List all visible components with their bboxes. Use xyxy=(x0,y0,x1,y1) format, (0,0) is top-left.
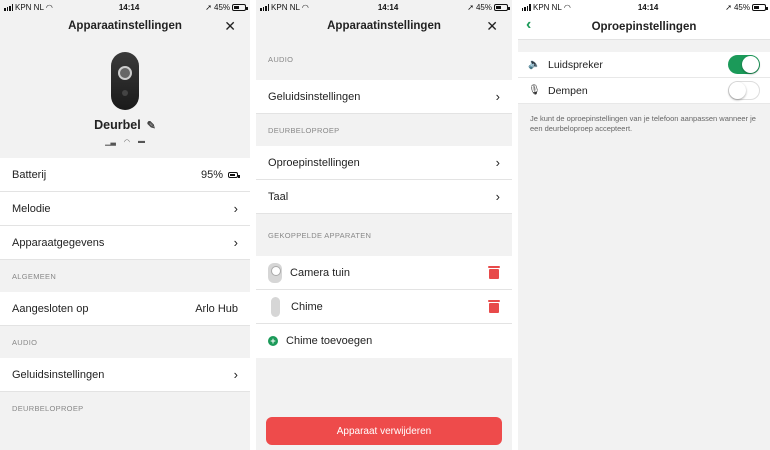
mic-muted-icon: 🎙 xyxy=(527,85,541,96)
page-title: Oproepinstellingen xyxy=(591,20,697,33)
linked-device-name: Camera tuin xyxy=(290,266,350,279)
device-name-text: Deurbel xyxy=(94,118,141,132)
section-audio: AUDIO xyxy=(12,337,38,347)
close-icon[interactable]: ✕ xyxy=(224,18,236,35)
battery-icon xyxy=(751,3,768,11)
battery-percent: 45% xyxy=(733,2,750,12)
linked-device-row[interactable]: Camera tuin xyxy=(256,256,512,290)
row-label: Oproepinstellingen xyxy=(268,156,360,169)
device-status-icons: ▁▃ ◠ ▬ xyxy=(105,138,145,146)
device-hero: Deurbel ✎ ▁▃ ◠ ▬ xyxy=(0,38,250,158)
section-linked: GEKOPPELDE APPARATEN xyxy=(268,230,372,240)
status-bar: KPN NL ◠ 14:14 ➚ 45% xyxy=(0,0,250,14)
section-call: DEURBELOPROEP xyxy=(12,403,84,413)
clock: 14:14 xyxy=(118,2,140,12)
row-label: Geluidsinstellingen xyxy=(268,90,361,103)
chime-icon xyxy=(271,296,281,317)
trash-icon[interactable] xyxy=(487,300,500,313)
signal-icon xyxy=(521,3,531,11)
speaker-row: 🔈 Luidspreker xyxy=(517,52,770,78)
call-settings-note: Je kunt de oproepinstellingen van je tel… xyxy=(529,114,756,134)
battery-icon xyxy=(232,3,249,11)
plus-circle-icon: + xyxy=(268,336,279,346)
wifi-icon: ◠ xyxy=(45,2,53,12)
wifi-icon: ◠ xyxy=(563,2,571,12)
carrier: KPN NL xyxy=(271,2,300,12)
row-label: Taal xyxy=(268,190,289,203)
section-call: DEURBELOPROEP xyxy=(268,125,340,135)
call-settings-row[interactable]: Oproepinstellingen › xyxy=(256,146,512,180)
chevron-right-icon: › xyxy=(495,155,500,170)
battery-icon xyxy=(228,171,241,178)
row-label: Melodie xyxy=(12,202,51,215)
status-bar: KPN NL ◠ 14:14 ➚ 45% xyxy=(256,0,512,14)
linked-device-row[interactable]: Chime xyxy=(256,290,512,324)
close-icon[interactable]: ✕ xyxy=(486,18,498,35)
call-settings-list: 🔈 Luidspreker 🎙 Dempen xyxy=(517,52,770,104)
speaker-icon: 🔈 xyxy=(527,59,541,70)
signal-icon xyxy=(260,3,270,11)
chevron-right-icon: › xyxy=(233,201,239,216)
location-icon: ➚ xyxy=(725,2,732,12)
battery-row: Batterij 95% xyxy=(0,158,251,192)
clock: 14:14 xyxy=(637,2,659,12)
speaker-label: Luidspreker xyxy=(547,58,603,71)
nav-bar: Apparaatinstellingen ✕ xyxy=(0,14,250,38)
clock: 14:14 xyxy=(377,2,399,12)
wifi-icon: ◠ xyxy=(301,2,309,12)
battery-percent: 45% xyxy=(214,2,231,12)
connected-row: Aangesloten op Arlo Hub xyxy=(0,292,251,326)
page-title: Apparaatinstellingen xyxy=(327,20,441,32)
chevron-right-icon: › xyxy=(233,235,239,250)
carrier: KPN NL xyxy=(532,2,562,12)
nav-bar: ‹ Oproepinstellingen xyxy=(517,14,770,40)
signal-strength-icon: ▁▃ xyxy=(105,139,116,146)
page-title: Apparaatinstellingen xyxy=(68,20,182,32)
trash-icon[interactable] xyxy=(487,266,500,279)
sound-settings-row[interactable]: Geluidsinstellingen › xyxy=(0,358,251,392)
add-chime-label: Chime toevoegen xyxy=(286,335,373,347)
battery-percent: 45% xyxy=(475,2,492,12)
mute-row: 🎙 Dempen xyxy=(517,78,770,104)
chevron-right-icon: › xyxy=(495,189,500,204)
row-label: Aangesloten op xyxy=(12,302,89,315)
linked-device-name: Chime xyxy=(291,300,323,313)
device-name: Deurbel ✎ xyxy=(94,118,156,132)
row-label: Batterij xyxy=(12,168,47,181)
nav-bar: Apparaatinstellingen ✕ xyxy=(256,14,512,38)
section-audio: AUDIO xyxy=(268,54,294,64)
mute-label: Dempen xyxy=(547,84,588,97)
location-icon: ➚ xyxy=(467,2,474,12)
chevron-right-icon: › xyxy=(495,89,500,104)
doorbell-image xyxy=(111,52,139,110)
battery-value: 95% xyxy=(200,168,224,181)
speaker-toggle[interactable] xyxy=(727,55,760,74)
row-label: Geluidsinstellingen xyxy=(12,368,105,381)
melody-row[interactable]: Melodie › xyxy=(0,192,251,226)
edit-pencil-icon[interactable]: ✎ xyxy=(147,119,156,132)
back-chevron-icon[interactable]: ‹ xyxy=(526,16,531,34)
wifi-icon: ◠ xyxy=(123,139,130,146)
section-general: ALGEMEEN xyxy=(12,271,57,281)
device-info-row[interactable]: Apparaatgegevens › xyxy=(0,226,251,260)
battery-icon xyxy=(493,3,510,11)
screen-device-settings-scrolled: KPN NL ◠ 14:14 ➚ 45% Apparaatinstellingen … xyxy=(256,0,512,450)
signal-icon xyxy=(4,3,13,11)
sound-settings-row[interactable]: Geluidsinstellingen › xyxy=(256,80,512,114)
carrier: KPN NL xyxy=(15,2,44,12)
location-icon: ➚ xyxy=(205,2,212,12)
add-chime-row[interactable]: + Chime toevoegen xyxy=(256,324,512,358)
status-bar: KPN NL ◠ 14:14 ➚ 45% xyxy=(517,0,770,14)
connected-value: Arlo Hub xyxy=(195,302,239,315)
language-row[interactable]: Taal › xyxy=(256,180,512,214)
mute-toggle[interactable] xyxy=(727,81,760,100)
row-label: Apparaatgegevens xyxy=(12,236,105,249)
remove-device-button[interactable]: Apparaat verwijderen xyxy=(266,417,502,445)
camera-icon xyxy=(268,262,283,283)
chevron-right-icon: › xyxy=(233,367,239,382)
battery-small-icon: ▬ xyxy=(137,138,145,145)
screen-device-settings: KPN NL ◠ 14:14 ➚ 45% Apparaatinstellingen … xyxy=(0,0,251,450)
screen-call-settings: KPN NL ◠ 14:14 ➚ 45% ‹ Oproepinstellingen … xyxy=(517,0,770,450)
